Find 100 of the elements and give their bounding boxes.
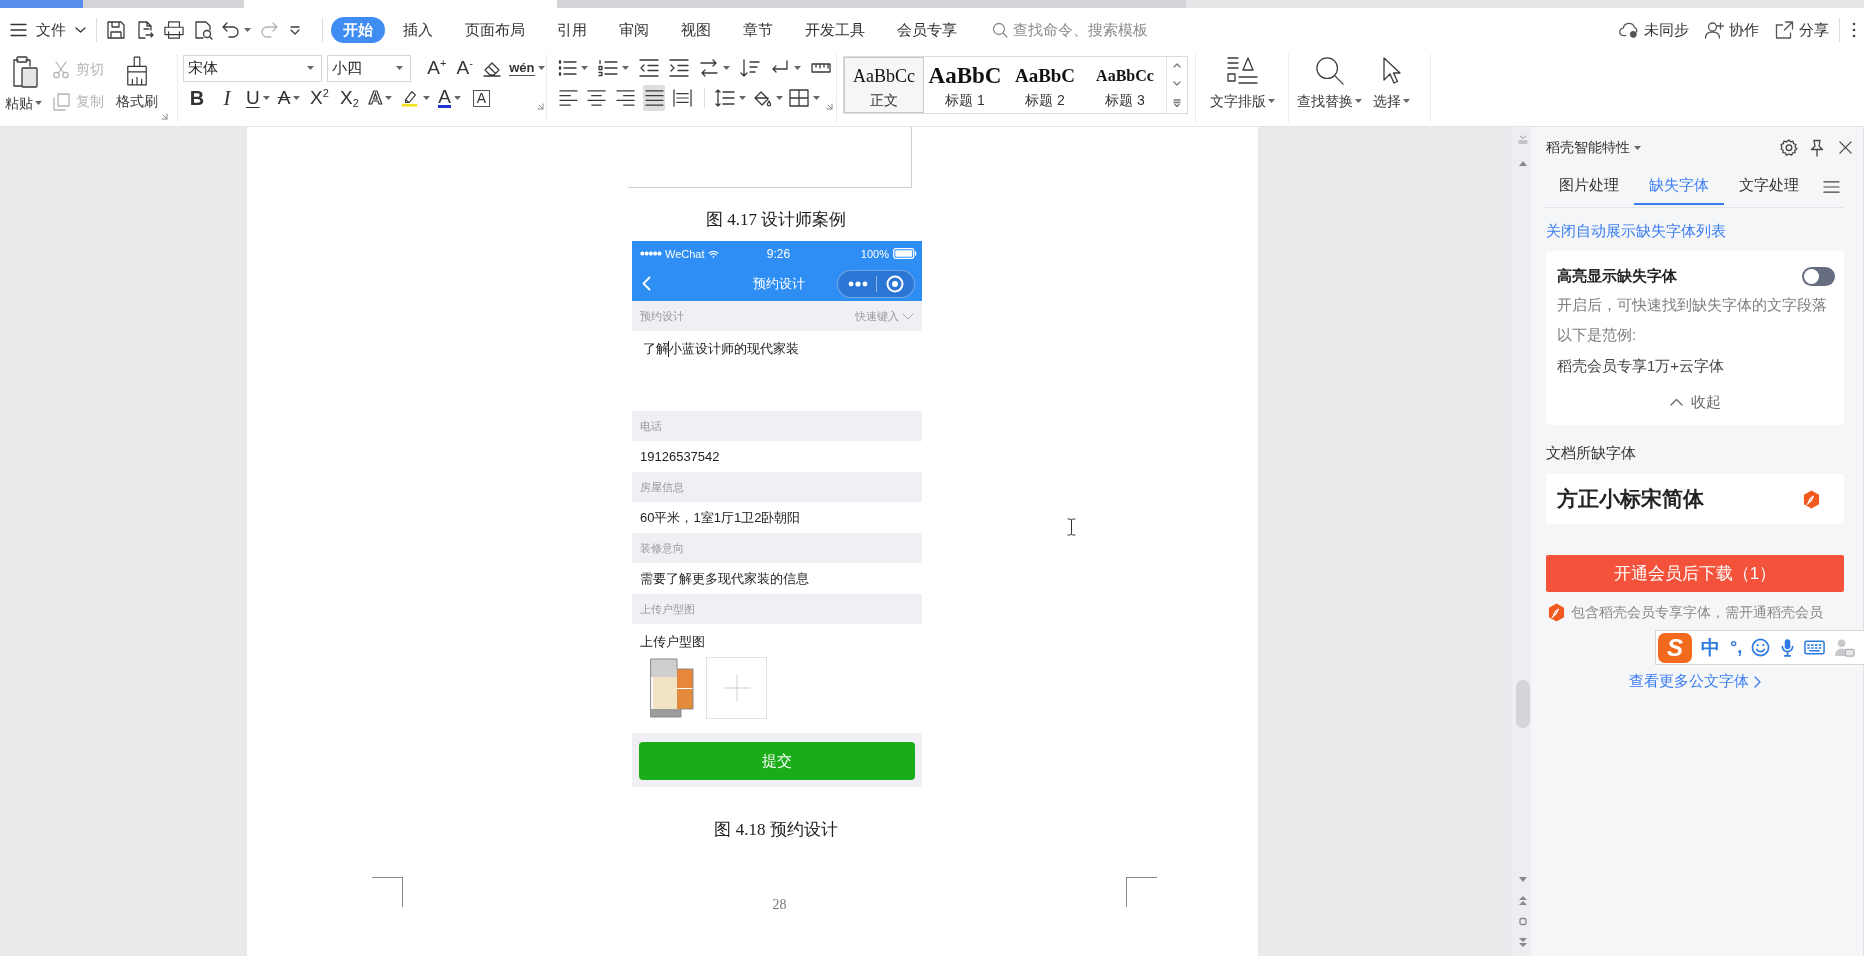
increase-indent-icon[interactable] [669, 59, 689, 77]
text-effects-button[interactable]: A [368, 86, 393, 110]
font-color-button[interactable]: A [438, 86, 461, 110]
format-painter-button[interactable]: 格式刷 [116, 54, 158, 122]
font-size-field[interactable]: 小四 [327, 54, 411, 82]
back-icon[interactable] [642, 276, 651, 291]
collapse-button[interactable]: 收起 [1669, 389, 1721, 415]
ribbon-tab[interactable]: 页面布局 [451, 17, 539, 43]
style-item[interactable]: AaBbCc 标题 3 [1084, 57, 1166, 113]
customize-caret-icon[interactable] [290, 25, 300, 35]
missing-font-item[interactable]: 方正小标宋简体 [1546, 474, 1844, 524]
font-name-field[interactable]: 宋体 [183, 54, 322, 82]
auto-show-toggle-link[interactable]: 关闭自动展示缺失字体列表 [1546, 221, 1726, 241]
capsule-menu[interactable] [837, 269, 915, 298]
caret-icon[interactable] [775, 96, 783, 100]
keyboard-icon[interactable] [1804, 640, 1826, 655]
more-fonts-link[interactable]: 查看更多公文字体 [1629, 672, 1761, 691]
smiley-icon[interactable] [1751, 638, 1771, 657]
bold-button[interactable]: B [186, 86, 208, 110]
dialog-launcher-icon[interactable] [826, 103, 833, 110]
ribbon-tab[interactable]: 章节 [729, 17, 787, 43]
highlight-toggle[interactable] [1802, 266, 1835, 286]
pin-icon[interactable] [1808, 138, 1826, 157]
file-menu-button[interactable]: 文件 [10, 15, 86, 45]
decrease-indent-icon[interactable] [639, 59, 659, 77]
scroll-up-icon[interactable] [1518, 161, 1527, 166]
scroll-up-icon[interactable] [1173, 63, 1181, 69]
bullet-list-icon[interactable] [557, 59, 577, 77]
settings-icon[interactable] [1780, 138, 1798, 157]
panel-title-button[interactable]: 稻壳智能特性 [1546, 138, 1641, 157]
ribbon-tab[interactable]: 开发工具 [791, 17, 879, 43]
more-styles-icon[interactable] [1173, 98, 1181, 107]
punctuation-mode-button[interactable]: °, [1730, 637, 1743, 658]
save-icon[interactable] [106, 20, 126, 40]
undo-icon[interactable] [222, 22, 240, 38]
shrink-font-button[interactable]: A$^{-}$ [453, 55, 476, 81]
dialog-launcher-icon[interactable] [537, 103, 544, 110]
style-item[interactable]: AaBbC 标题 2 [1006, 57, 1084, 113]
ribbon-tab[interactable]: 会员专享 [883, 17, 971, 43]
more-icon[interactable] [1852, 22, 1856, 38]
justify-button[interactable] [642, 85, 666, 111]
ribbon-tab[interactable]: 引用 [543, 17, 601, 43]
line-spacing-icon[interactable] [714, 89, 735, 107]
numbered-list-icon[interactable] [598, 59, 618, 77]
caret-icon[interactable] [723, 66, 730, 70]
paste-button[interactable]: 粘贴 [5, 54, 42, 122]
panel-tab[interactable]: 图片处理 [1544, 168, 1634, 205]
grow-font-button[interactable]: A$^{+}$ [425, 55, 448, 81]
text-direction-icon[interactable] [699, 59, 719, 77]
caret-icon[interactable] [794, 66, 801, 70]
close-icon[interactable] [1838, 140, 1853, 155]
print-icon[interactable] [164, 20, 184, 40]
microphone-icon[interactable] [1781, 638, 1795, 657]
scrollbar-track[interactable] [1511, 127, 1531, 956]
style-item[interactable]: AaBbCc 正文 [844, 57, 924, 113]
text-layout-button[interactable]: 文字排版 [1209, 54, 1275, 122]
browse-object-icon[interactable] [1518, 917, 1527, 926]
subscript-button[interactable]: X$_{2}$ [338, 85, 361, 111]
panel-tab[interactable]: 缺失字体 [1634, 168, 1724, 205]
command-search-field[interactable]: 查找命令、搜索模板 [992, 17, 1148, 43]
sort-icon[interactable] [740, 59, 760, 77]
underline-button[interactable]: U [246, 86, 270, 110]
ribbon-tab[interactable]: 视图 [667, 17, 725, 43]
collaborate-button[interactable]: 协作 [1704, 20, 1759, 40]
borders-icon[interactable] [788, 89, 809, 107]
split-handle-icon[interactable] [1517, 135, 1528, 144]
caret-icon[interactable] [581, 66, 588, 70]
caret-icon[interactable] [812, 96, 820, 100]
text-input-field[interactable]: 19126537542 [632, 441, 922, 472]
ribbon-tab[interactable]: 审阅 [605, 17, 663, 43]
find-replace-button[interactable]: 查找替换 [1297, 54, 1362, 122]
ribbon-tab[interactable]: 插入 [389, 17, 447, 43]
superscript-button[interactable]: X$^{2}$ [308, 85, 331, 111]
scroll-down-icon[interactable] [1173, 81, 1181, 86]
caret-icon[interactable] [622, 66, 629, 70]
sync-status-button[interactable]: 未同步 [1619, 20, 1689, 40]
panel-tab[interactable]: 文字处理 [1724, 168, 1814, 205]
print-preview-icon[interactable] [193, 20, 213, 40]
caret-icon[interactable] [244, 28, 251, 32]
scrollbar-thumb[interactable] [1515, 680, 1530, 728]
menu-icon[interactable] [1823, 180, 1840, 194]
phonetic-guide-button[interactable]: wén [509, 56, 544, 80]
caret-icon[interactable] [738, 96, 746, 100]
next-page-icon[interactable] [1518, 938, 1527, 947]
previous-page-icon[interactable] [1518, 896, 1527, 905]
share-button[interactable]: 分享 [1774, 20, 1829, 40]
italic-button[interactable]: I [216, 86, 238, 110]
target-icon[interactable] [885, 274, 904, 293]
character-border-button[interactable]: A [472, 89, 490, 107]
dialog-launcher-icon[interactable] [161, 113, 168, 120]
document-arrows-icon[interactable] [135, 20, 155, 40]
caret-icon[interactable] [423, 96, 431, 100]
style-item[interactable]: AaBbC 标题 1 [924, 57, 1006, 113]
strikethrough-button[interactable]: A [277, 86, 301, 110]
scroll-down-icon[interactable] [1518, 877, 1527, 882]
text-input-field[interactable]: 60平米，1室1厅1卫2卧朝阳 [632, 502, 922, 533]
more-dots-icon[interactable] [848, 280, 869, 287]
select-button[interactable]: 选择 [1373, 54, 1410, 122]
input-mode-button[interactable]: 中 [1701, 634, 1720, 661]
text-input-field[interactable]: 需要了解更多现代家装的信息 [632, 563, 922, 594]
